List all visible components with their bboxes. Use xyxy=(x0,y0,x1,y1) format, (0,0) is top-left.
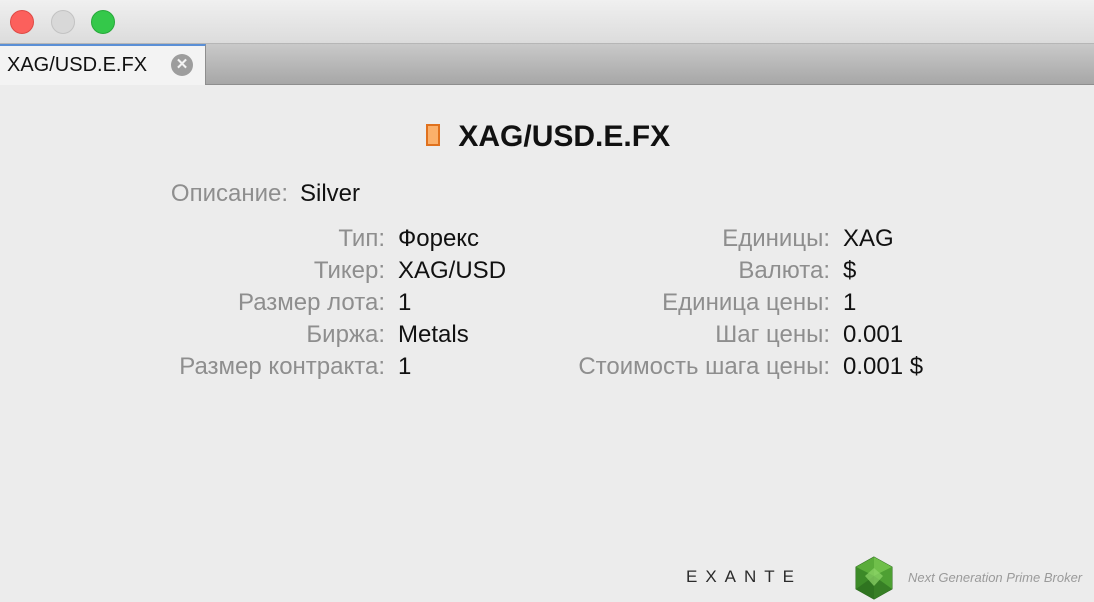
field-value-exchange: Metals xyxy=(398,321,469,348)
window-titlebar xyxy=(0,0,1094,44)
exante-gem-icon xyxy=(855,556,893,600)
description-label: Описание: xyxy=(170,180,288,207)
instrument-header: XAG/USD.E.FX xyxy=(0,120,1094,160)
field-row-2: Тикер: XAG/USD Валюта: $ xyxy=(0,255,1094,287)
field-label-ticker: Тикер: xyxy=(313,257,385,284)
field-label-price-unit: Единица цены: xyxy=(662,289,830,316)
tab-xag-usd[interactable]: XAG/USD.E.FX ✕ xyxy=(0,44,206,85)
field-value-type: Форекс xyxy=(398,225,480,252)
field-label-contract-size: Размер контракта: xyxy=(179,353,385,380)
description-value: Silver xyxy=(300,180,361,207)
tab-bar: XAG/USD.E.FX ✕ xyxy=(0,44,1094,85)
field-row-4: Биржа: Metals Шаг цены: 0.001 xyxy=(0,319,1094,351)
tab-close-icon[interactable]: ✕ xyxy=(171,54,193,76)
field-value-price-step: 0.001 xyxy=(843,321,904,348)
field-label-price-step: Шаг цены: xyxy=(715,321,830,348)
window-minimize-button[interactable] xyxy=(51,10,75,34)
field-row-3: Размер лота: 1 Единица цены: 1 xyxy=(0,287,1094,319)
field-label-lot-size: Размер лота: xyxy=(238,289,385,316)
exante-wordmark: EXANTE xyxy=(686,567,803,586)
field-label-currency: Валюта: xyxy=(738,257,830,284)
window-close-button[interactable] xyxy=(10,10,34,34)
field-value-step-value: 0.001 $ xyxy=(843,353,924,380)
field-value-contract-size: 1 xyxy=(398,353,412,380)
footer-tagline: Next Generation Prime Broker xyxy=(908,570,1083,585)
field-label-exchange: Биржа: xyxy=(306,321,385,348)
field-row-5: Размер контракта: 1 Стоимость шага цены:… xyxy=(0,351,1094,383)
field-value-currency: $ xyxy=(843,257,857,284)
field-value-lot-size: 1 xyxy=(398,289,412,316)
field-label-units: Единицы: xyxy=(722,225,830,252)
instrument-color-icon xyxy=(425,124,440,146)
field-label-step-value: Стоимость шага цены: xyxy=(578,353,830,380)
window-zoom-button[interactable] xyxy=(91,10,115,34)
instrument-title: XAG/USD.E.FX xyxy=(458,120,671,153)
tab-label: XAG/USD.E.FX xyxy=(7,54,148,76)
field-label-type: Тип: xyxy=(338,225,385,252)
field-row-1: Тип: Форекс Единицы: XAG xyxy=(0,223,1094,255)
field-value-units: XAG xyxy=(843,225,894,252)
field-value-price-unit: 1 xyxy=(843,289,857,316)
field-value-ticker: XAG/USD xyxy=(398,257,507,284)
description-row: Описание: Silver xyxy=(0,178,1094,210)
